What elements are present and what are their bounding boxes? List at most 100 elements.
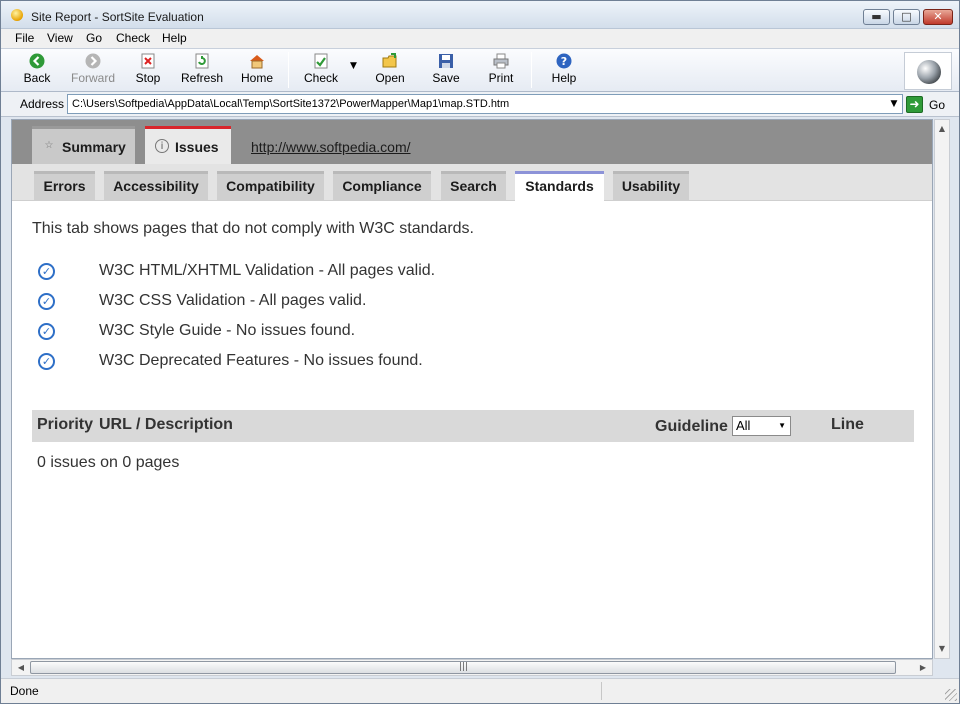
tab-summary[interactable]: ☆ Summary (32, 126, 135, 164)
app-window: Site Report - SortSite Evaluation ▬ □ ✕ … (0, 0, 960, 704)
tab-errors[interactable]: Errors (34, 171, 95, 201)
menu-help[interactable]: Help (162, 31, 187, 45)
help-button[interactable]: ? Help (536, 51, 592, 89)
refresh-label: Refresh (180, 71, 224, 85)
menu-go[interactable]: Go (86, 31, 102, 45)
main-tab-band: ☆ Summary i Issues http://www.softpedia.… (12, 120, 932, 164)
tab-accessibility[interactable]: Accessibility (104, 171, 208, 201)
minimize-button[interactable]: ▬ (863, 9, 890, 25)
refresh-icon (195, 53, 209, 69)
maximize-icon: □ (901, 10, 912, 23)
menu-view[interactable]: View (47, 31, 73, 45)
stop-icon (141, 53, 155, 69)
address-input[interactable] (67, 94, 903, 114)
tab-compatibility[interactable]: Compatibility (217, 171, 324, 201)
forward-label: Forward (70, 71, 115, 85)
address-dropdown-icon[interactable]: ▼ (887, 95, 901, 113)
close-icon: ✕ (933, 10, 943, 23)
toolbar-separator (531, 52, 532, 88)
checkmark-icon: ✓ (38, 293, 55, 310)
site-url-link[interactable]: http://www.softpedia.com/ (251, 139, 411, 155)
address-label: Address (20, 97, 65, 111)
help-label: Help (551, 71, 577, 85)
menu-check[interactable]: Check (116, 31, 150, 45)
app-icon (11, 9, 23, 21)
forward-arrow-icon (85, 53, 101, 69)
sub-tab-band: Errors Accessibility Compatibility Compl… (12, 164, 932, 201)
scroll-right-icon[interactable]: ▶ (916, 661, 930, 675)
info-icon: i (155, 139, 169, 153)
home-label: Home (240, 71, 273, 85)
scroll-left-icon[interactable]: ◀ (14, 661, 28, 675)
column-guideline: Guideline (655, 418, 728, 435)
toolbar: Back Forward Stop Refresh Home Check ▼ O… (1, 48, 959, 92)
go-label: Go (929, 98, 946, 112)
tab-compliance[interactable]: Compliance (333, 171, 431, 201)
save-disk-icon (439, 54, 453, 68)
checkmark-icon: ✓ (38, 263, 55, 280)
open-button[interactable]: Open (362, 51, 418, 89)
status-text: Done (10, 684, 39, 698)
horizontal-scrollbar[interactable]: ◀ ||| ▶ (11, 659, 933, 676)
scroll-thumb[interactable]: ||| (30, 661, 896, 674)
back-arrow-icon (29, 53, 45, 69)
menu-bar: File View Go Check Help (1, 29, 959, 48)
forward-button[interactable]: Forward (65, 51, 121, 89)
standards-description: This tab shows pages that do not comply … (32, 220, 474, 237)
help-icon: ? (556, 53, 572, 69)
issues-summary: 0 issues on 0 pages (37, 454, 180, 471)
check-page-icon (314, 53, 328, 69)
check-item-text: W3C CSS Validation - All pages valid. (99, 292, 367, 309)
tab-standards[interactable]: Standards (515, 171, 604, 201)
maximize-button[interactable]: □ (893, 9, 920, 25)
column-url-description[interactable]: URL / Description (99, 416, 233, 434)
save-button[interactable]: Save (418, 51, 474, 89)
tab-search[interactable]: Search (441, 171, 506, 201)
check-item-text: W3C Deprecated Features - No issues foun… (99, 352, 423, 369)
print-label: Print (488, 71, 514, 85)
issues-table-header: Priority URL / Description Guideline All… (32, 410, 914, 442)
toolbar-separator (288, 52, 289, 88)
guideline-select[interactable]: All ▼ (732, 416, 791, 436)
star-icon: ☆ (44, 140, 54, 151)
resize-grip-icon[interactable] (945, 689, 957, 701)
guideline-select-value: All (736, 418, 751, 433)
open-folder-icon (382, 53, 397, 68)
scroll-down-icon[interactable]: ▼ (935, 642, 949, 656)
column-line[interactable]: Line (831, 416, 864, 434)
open-label: Open (375, 71, 405, 85)
menu-file[interactable]: File (15, 31, 34, 45)
svg-text:?: ? (561, 55, 567, 68)
stop-label: Stop (135, 71, 161, 85)
chevron-down-icon: ▼ (778, 421, 786, 430)
globe-icon (917, 60, 941, 84)
check-item-text: W3C Style Guide - No issues found. (99, 322, 356, 339)
save-label: Save (432, 71, 460, 85)
address-bar: Address ▼ ➜ Go (1, 92, 959, 117)
refresh-button[interactable]: Refresh (174, 51, 230, 89)
home-icon (250, 55, 264, 69)
tab-issues-label: Issues (175, 139, 219, 155)
title-bar: Site Report - SortSite Evaluation ▬ □ ✕ (1, 1, 959, 29)
checkmark-icon: ✓ (38, 323, 55, 340)
check-label: Check (303, 71, 338, 85)
stop-button[interactable]: Stop (120, 51, 176, 89)
close-button[interactable]: ✕ (923, 9, 953, 25)
column-priority[interactable]: Priority (37, 416, 93, 434)
check-button[interactable]: Check (293, 51, 349, 89)
tab-usability[interactable]: Usability (613, 171, 689, 201)
tab-issues[interactable]: i Issues (145, 126, 231, 164)
window-title: Site Report - SortSite Evaluation (31, 10, 204, 24)
home-button[interactable]: Home (229, 51, 285, 89)
go-button[interactable]: ➜ Go (905, 95, 955, 114)
report-view: ☆ Summary i Issues http://www.softpedia.… (11, 119, 933, 659)
globe-logo (904, 52, 952, 90)
scroll-up-icon[interactable]: ▲ (935, 122, 949, 136)
back-label: Back (23, 71, 51, 85)
check-item-text: W3C HTML/XHTML Validation - All pages va… (99, 262, 436, 279)
vertical-scrollbar[interactable]: ▲ ▼ (934, 119, 950, 659)
check-dropdown-icon[interactable]: ▼ (350, 61, 357, 71)
print-button[interactable]: Print (473, 51, 529, 89)
back-button[interactable]: Back (9, 51, 65, 89)
minimize-icon: ▬ (871, 10, 882, 23)
